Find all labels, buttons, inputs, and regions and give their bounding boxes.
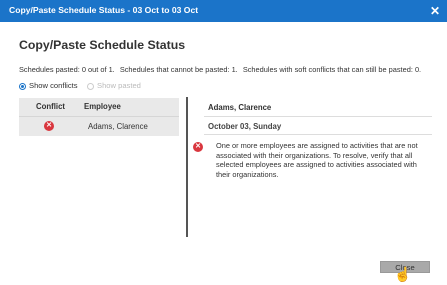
radio-label: Show conflicts <box>29 81 78 90</box>
divider-line <box>204 134 432 135</box>
employee-name: Adams, Clarence <box>88 122 148 131</box>
close-icon[interactable]: ✕ <box>427 2 443 20</box>
detail-employee: Adams, Clarence <box>208 103 272 112</box>
page-title: Copy/Paste Schedule Status <box>19 38 186 52</box>
summary-text: Schedules pasted: 0 out of 1. Schedules … <box>19 65 424 74</box>
summary-soft-conflicts: Schedules with soft conflicts that can s… <box>242 65 422 74</box>
error-icon: ✕ <box>44 121 54 131</box>
radio-label: Show pasted <box>97 81 141 90</box>
detail-date: October 03, Sunday <box>208 122 282 131</box>
conflict-message: One or more employees are assigned to ac… <box>216 141 418 179</box>
table-row[interactable]: ✕ Adams, Clarence <box>19 117 179 136</box>
dialog-title: Copy/Paste Schedule Status - 03 Oct to 0… <box>9 5 199 15</box>
pane-divider[interactable] <box>186 97 188 237</box>
radio-show-conflicts[interactable]: Show conflicts <box>19 81 78 90</box>
column-employee: Employee <box>84 102 121 111</box>
radio-selected-icon <box>19 82 26 90</box>
radio-unselected-icon <box>87 82 94 90</box>
radio-show-pasted[interactable]: Show pasted <box>87 81 141 90</box>
summary-pasted: Schedules pasted: 0 out of 1. <box>19 65 115 74</box>
divider-line <box>204 116 432 117</box>
summary-cannot-paste: Schedules that cannot be pasted: 1. <box>119 65 238 74</box>
table-header: Conflict Employee <box>19 98 179 117</box>
dialog-titlebar: Copy/Paste Schedule Status - 03 Oct to 0… <box>0 0 447 22</box>
hand-cursor-icon: ☝ <box>394 266 412 282</box>
error-icon: ✕ <box>193 142 203 152</box>
column-conflict: Conflict <box>36 102 66 111</box>
